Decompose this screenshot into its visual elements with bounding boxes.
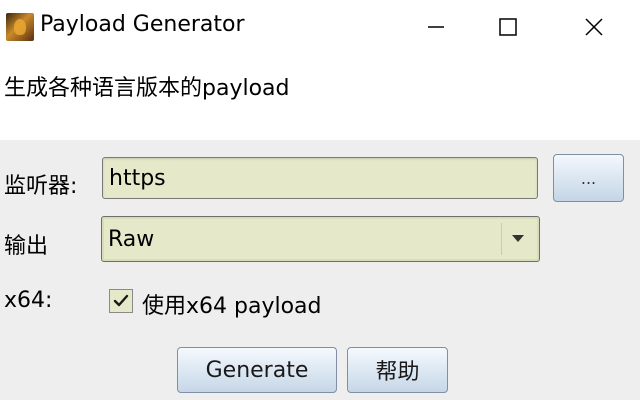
form-panel: 监听器: https ... 输出 Raw x64: 使用x64 payload… (0, 140, 640, 400)
listener-value: https (109, 166, 166, 191)
description-panel: 生成各种语言版本的payload (0, 54, 640, 140)
checkmark-icon (113, 294, 129, 307)
minimize-icon (428, 26, 444, 28)
browse-listener-button[interactable]: ... (553, 154, 624, 202)
help-button[interactable]: 帮助 (347, 347, 448, 393)
generate-button[interactable]: Generate (177, 347, 337, 393)
maximize-icon (499, 18, 517, 36)
output-label: 输出 (4, 234, 49, 259)
window-title: Payload Generator (40, 12, 245, 37)
chevron-down-icon[interactable] (512, 235, 524, 242)
close-icon (585, 18, 603, 36)
listener-field[interactable]: https (102, 157, 538, 199)
maximize-button[interactable] (478, 0, 538, 54)
x64-checkbox-label[interactable]: 使用x64 payload (142, 288, 322, 320)
minimize-button[interactable] (406, 0, 466, 54)
output-selected-value: Raw (108, 227, 155, 252)
description-text: 生成各种语言版本的payload (4, 76, 290, 101)
close-button[interactable] (564, 0, 624, 54)
x64-label: x64: (4, 288, 53, 313)
title-bar: Payload Generator (0, 0, 640, 54)
x64-checkbox[interactable] (109, 289, 133, 313)
app-icon (6, 13, 34, 41)
select-divider (501, 223, 502, 255)
listener-label: 监听器: (4, 174, 78, 199)
payload-generator-window: Payload Generator 生成各种语言版本的payload 监听器: … (0, 0, 640, 400)
output-select[interactable]: Raw (101, 216, 540, 262)
